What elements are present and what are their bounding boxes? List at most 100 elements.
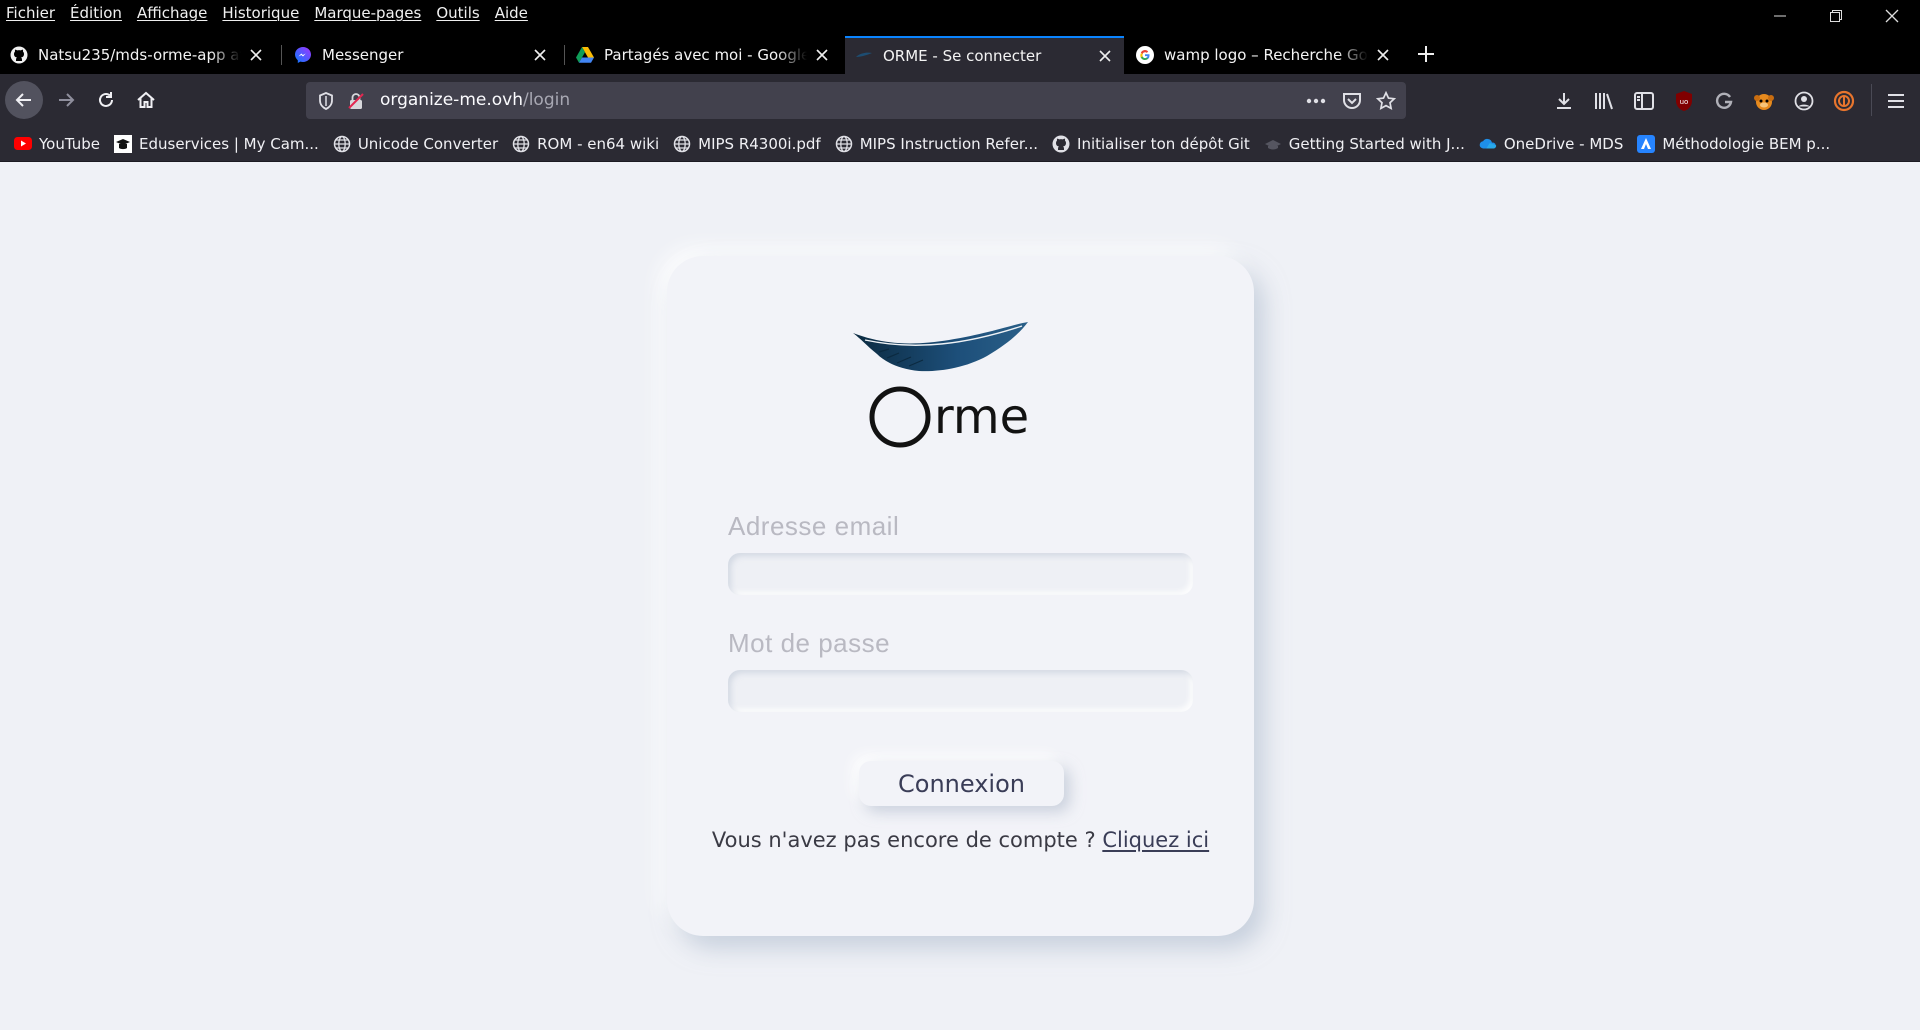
url-text[interactable]: organize-me.ovh/login xyxy=(380,82,570,119)
menu-affichage[interactable]: Affichage xyxy=(137,4,207,22)
extension-orange-icon[interactable] xyxy=(1833,90,1855,112)
tab-title: ORME - Se connecter xyxy=(883,47,1042,65)
restore-icon xyxy=(1830,10,1842,22)
reload-button[interactable] xyxy=(87,81,125,119)
tab-google-drive[interactable]: Partagés avec moi - Google Dr xyxy=(566,36,841,74)
password-input[interactable] xyxy=(728,670,1193,712)
login-card: rme Adresse email Mot de passe Connexion… xyxy=(667,256,1254,936)
tampermonkey-icon[interactable] xyxy=(1753,90,1775,112)
signup-prompt: Vous n'avez pas encore de compte ? Cliqu… xyxy=(667,828,1254,852)
menu-aide[interactable]: Aide xyxy=(495,4,528,22)
tab-title: Natsu235/mds-orme-app at m xyxy=(38,46,241,64)
restore-button[interactable] xyxy=(1808,0,1864,32)
signup-link[interactable]: Cliquez ici xyxy=(1102,828,1209,852)
close-window-button[interactable] xyxy=(1864,0,1920,32)
atlassian-icon xyxy=(1637,134,1656,153)
pocket-icon[interactable] xyxy=(1342,91,1362,111)
arrow-left-icon xyxy=(15,93,31,107)
tab-close-button[interactable] xyxy=(813,46,831,64)
tab-close-button[interactable] xyxy=(1374,46,1392,64)
logo-wordmark: rme xyxy=(934,389,1029,445)
url-path: /login xyxy=(522,90,571,110)
password-label: Mot de passe xyxy=(728,628,891,658)
tab-google-search[interactable]: wamp logo – Recherche Google xyxy=(1126,36,1402,74)
ublock-icon[interactable]: uo xyxy=(1673,90,1695,112)
bookmark-getting-started[interactable]: Getting Started with J... xyxy=(1264,135,1465,153)
tab-close-button[interactable] xyxy=(247,46,265,64)
cap-icon xyxy=(1264,135,1282,153)
bookmark-eduservices[interactable]: Eduservices | My Cam... xyxy=(114,134,319,153)
insecure-lock-icon[interactable] xyxy=(346,91,366,111)
youtube-icon xyxy=(14,135,32,153)
navigation-toolbar: organize-me.ovh/login uo xyxy=(0,74,1920,126)
sidebar-icon[interactable] xyxy=(1633,90,1655,112)
new-tab-button[interactable] xyxy=(1413,36,1439,72)
tab-orme-login[interactable]: ORME - Se connecter xyxy=(845,36,1124,74)
bookmark-mips-r4300i[interactable]: MIPS R4300i.pdf xyxy=(673,135,821,153)
toolbar-separator xyxy=(1871,84,1872,116)
bookmark-label: MIPS R4300i.pdf xyxy=(698,134,821,153)
minimize-button[interactable] xyxy=(1752,0,1808,32)
page-actions-icon[interactable] xyxy=(1306,91,1326,111)
messenger-icon xyxy=(294,46,312,64)
close-icon xyxy=(534,49,546,61)
bookmark-initialiser-depot-git[interactable]: Initialiser ton dépôt Git xyxy=(1052,135,1250,153)
arrow-right-icon xyxy=(59,93,75,107)
account-icon[interactable] xyxy=(1793,90,1815,112)
bookmark-label: Eduservices | My Cam... xyxy=(139,134,319,153)
menu-edition[interactable]: Édition xyxy=(70,4,122,22)
close-icon xyxy=(1099,50,1111,62)
downloads-icon[interactable] xyxy=(1553,90,1575,112)
tab-close-button[interactable] xyxy=(531,46,549,64)
back-button[interactable] xyxy=(5,81,43,119)
home-button[interactable] xyxy=(127,81,165,119)
grammar-g-icon[interactable] xyxy=(1713,90,1735,112)
mortarboard-icon xyxy=(114,134,132,153)
close-icon xyxy=(816,49,828,61)
page-content: rme Adresse email Mot de passe Connexion… xyxy=(0,163,1920,1030)
bookmark-mips-instruction-reference[interactable]: MIPS Instruction Refer... xyxy=(835,135,1038,153)
bookmark-label: Unicode Converter xyxy=(357,134,499,153)
close-icon xyxy=(1377,49,1389,61)
bookmark-rom-en64-wiki[interactable]: ROM - en64 wiki xyxy=(512,135,659,153)
svg-text:uo: uo xyxy=(1680,98,1689,106)
bookmark-unicode-converter[interactable]: Unicode Converter xyxy=(333,135,498,153)
menu-historique[interactable]: Historique xyxy=(222,4,299,22)
bookmark-label: MIPS Instruction Refer... xyxy=(859,134,1039,153)
bookmark-label: Initialiser ton dépôt Git xyxy=(1077,134,1250,153)
home-icon xyxy=(137,91,155,108)
github-icon xyxy=(10,46,28,64)
tab-strip: Natsu235/mds-orme-app at m Messenger Par… xyxy=(0,36,1920,74)
menu-fichier[interactable]: Fichier xyxy=(6,4,55,22)
hamburger-menu-icon[interactable] xyxy=(1885,90,1907,112)
bookmark-star-icon[interactable] xyxy=(1376,91,1396,111)
bookmark-onedrive-mds[interactable]: OneDrive - MDS xyxy=(1479,134,1624,153)
tab-messenger[interactable]: Messenger xyxy=(284,36,559,74)
bookmark-label: ROM - en64 wiki xyxy=(537,134,660,153)
tab-github[interactable]: Natsu235/mds-orme-app at m xyxy=(0,36,275,74)
forward-button[interactable] xyxy=(47,81,85,119)
menu-bar: Fichier Édition Affichage Historique Mar… xyxy=(0,0,1920,36)
shield-icon[interactable] xyxy=(316,91,336,111)
globe-icon xyxy=(835,135,853,153)
tab-separator xyxy=(281,45,282,65)
bookmark-youtube[interactable]: YouTube xyxy=(14,135,100,153)
globe-icon xyxy=(673,135,691,153)
bookmark-label: OneDrive - MDS xyxy=(1503,134,1624,153)
menu-marque-pages[interactable]: Marque-pages xyxy=(314,4,421,22)
tab-title: wamp logo – Recherche Google xyxy=(1164,46,1368,64)
url-bar[interactable]: organize-me.ovh/login xyxy=(306,82,1406,119)
library-icon[interactable] xyxy=(1593,90,1615,112)
connexion-button[interactable]: Connexion xyxy=(859,761,1064,806)
tab-close-button[interactable] xyxy=(1096,47,1114,65)
email-input[interactable] xyxy=(728,553,1193,595)
menu-outils[interactable]: Outils xyxy=(436,4,479,22)
globe-icon xyxy=(333,135,351,153)
bookmark-methodologie-bem[interactable]: Méthodologie BEM p... xyxy=(1637,134,1830,153)
google-icon xyxy=(1136,46,1154,64)
globe-icon xyxy=(512,135,530,153)
close-icon xyxy=(1885,9,1899,23)
bookmark-label: Getting Started with J... xyxy=(1288,134,1465,153)
tab-title: Messenger xyxy=(322,46,404,64)
reload-icon xyxy=(99,92,113,107)
